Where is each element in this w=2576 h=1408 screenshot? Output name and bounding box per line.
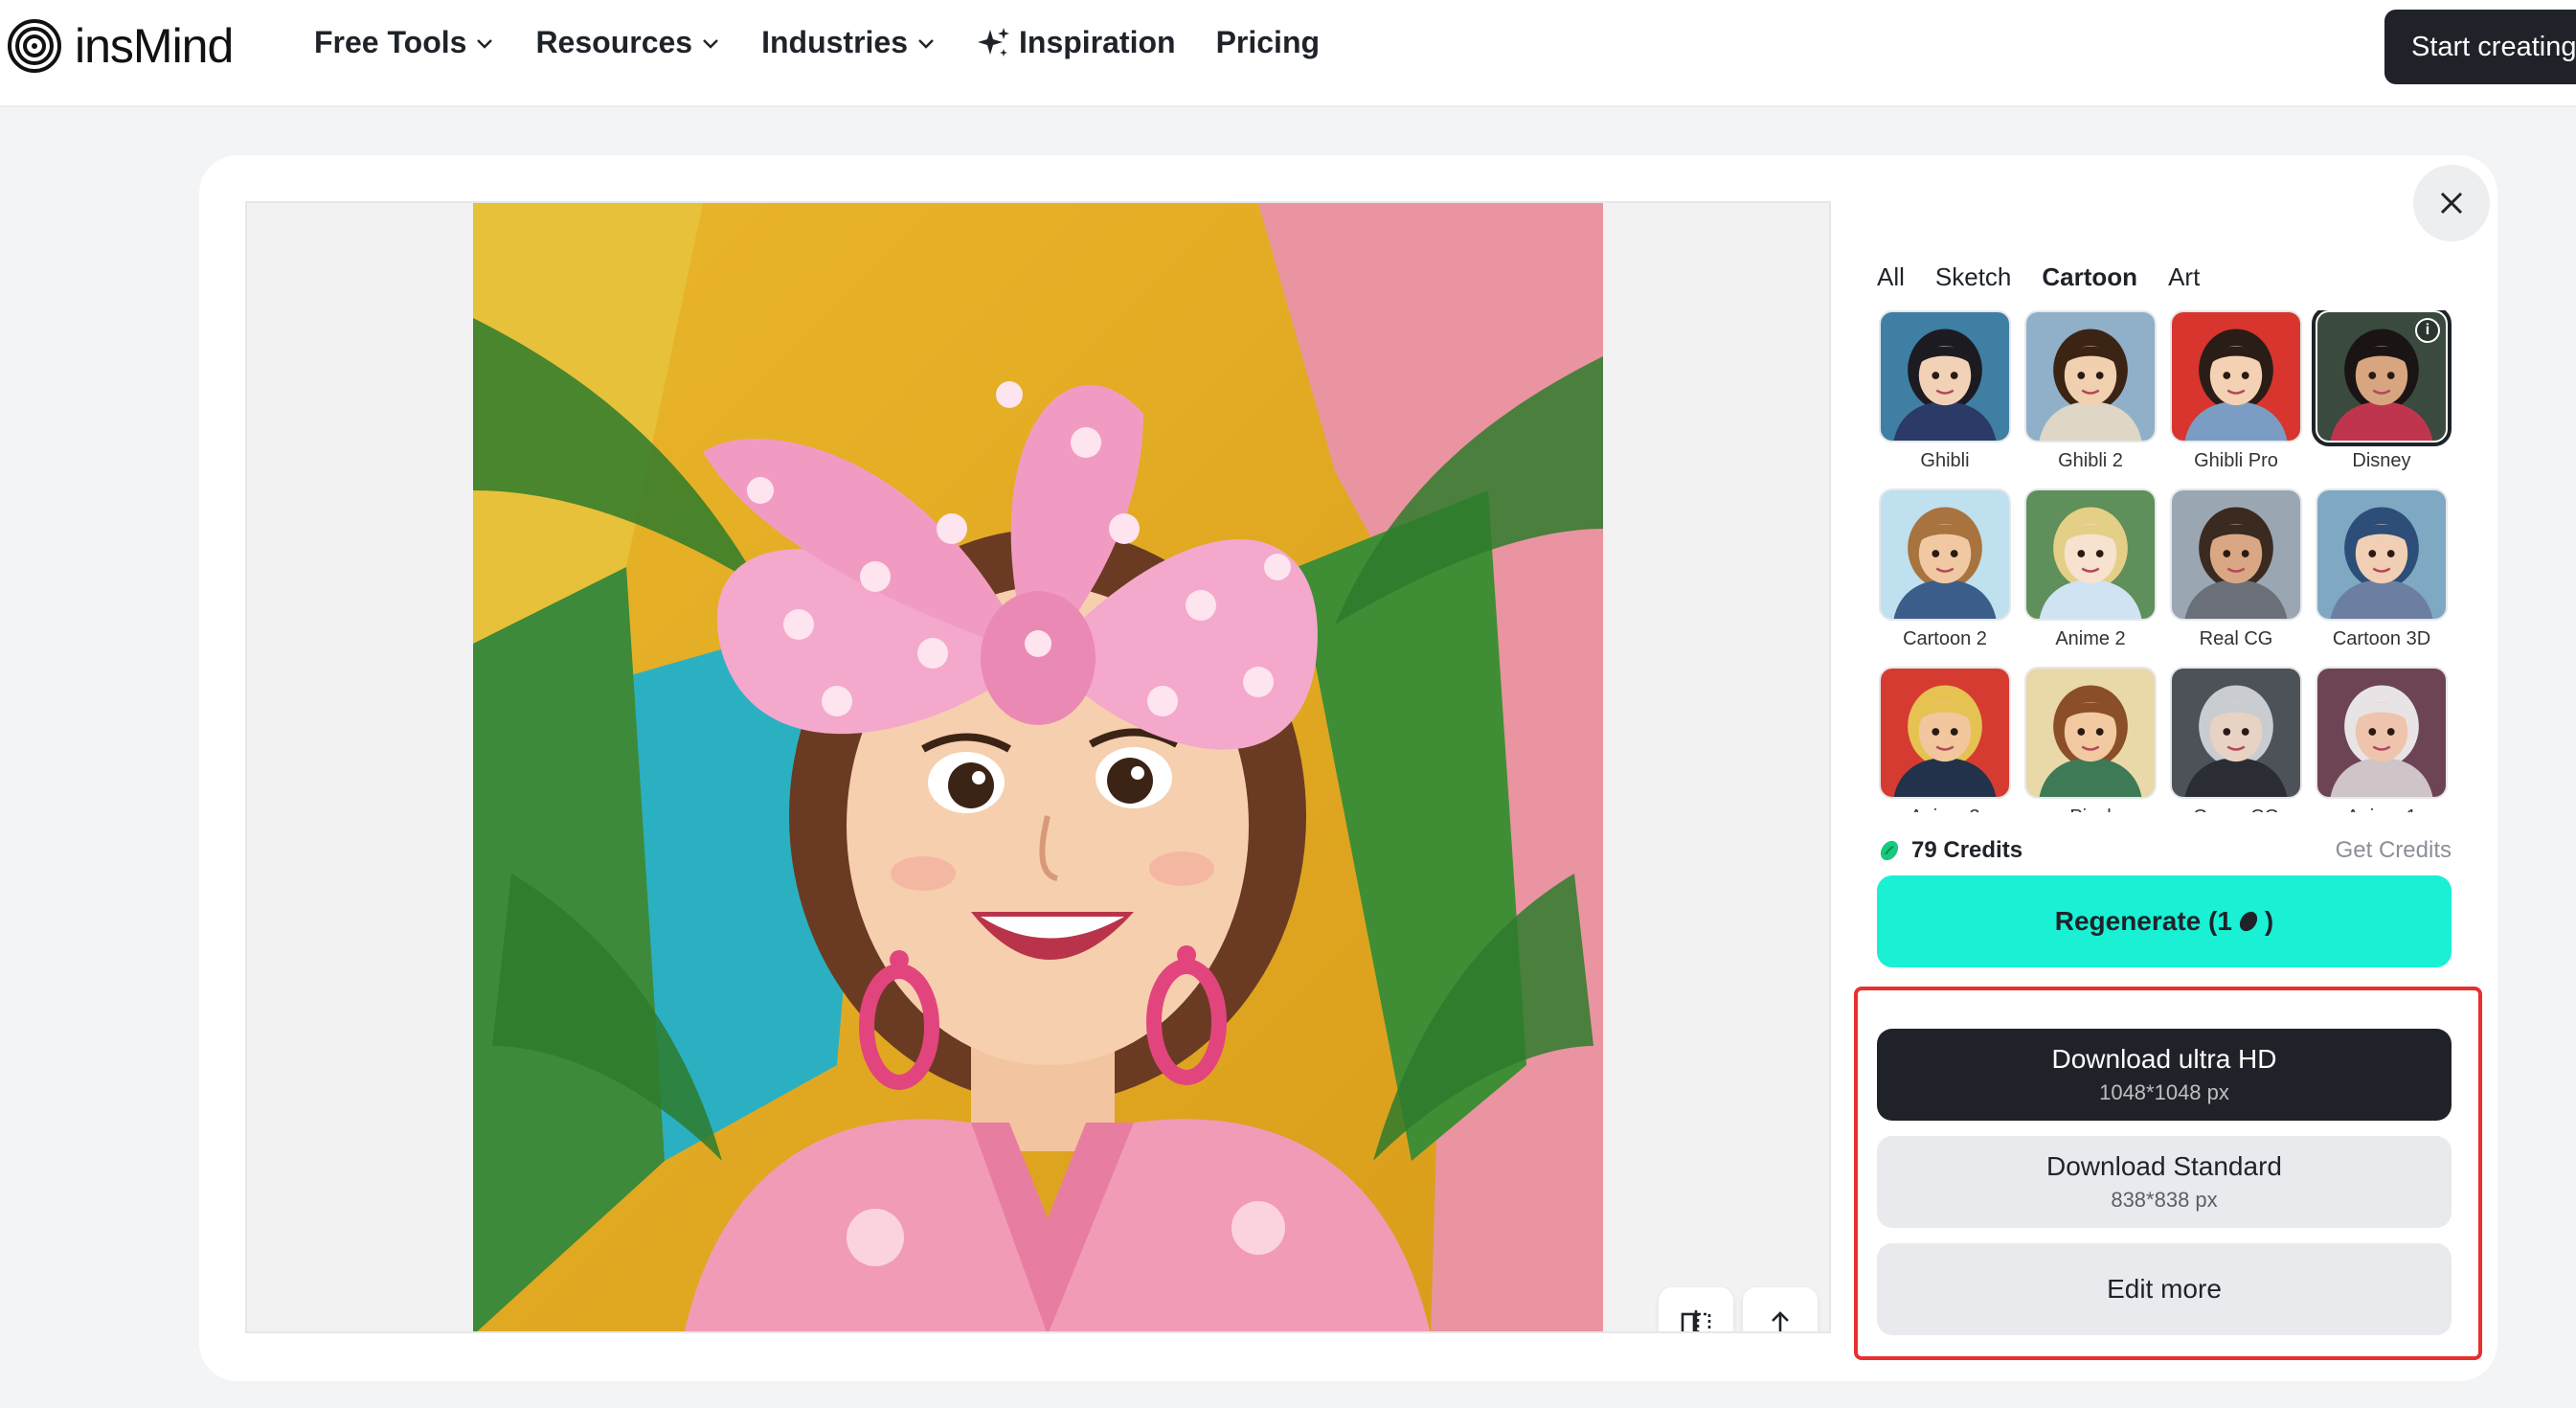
regenerate-button[interactable]: Regenerate (1 ) [1877,875,2452,967]
generated-image [473,203,1603,1331]
style-option[interactable]: Ghibli Pro [2170,310,2302,472]
credits-label: 79 Credits [1911,837,2023,863]
download-standard-title: Download Standard [2046,1151,2282,1181]
style-tabs: All Sketch Cartoon Art [1877,262,2200,292]
start-creating-button[interactable]: Start creating [2384,10,2576,84]
style-thumbnail [1879,310,2011,443]
logo[interactable]: insMind [8,17,234,75]
style-thumbnail [2170,667,2302,799]
regenerate-label: Regenerate (1 [2054,906,2232,936]
style-label: Anime 3 [1879,806,2011,812]
logo-text: insMind [75,19,234,73]
style-thumbnail [2316,488,2448,621]
credits-balance: 79 Credits [1877,837,2022,864]
style-option[interactable]: Anime 1 [2316,667,2448,812]
style-thumbnail [2316,667,2448,799]
style-option[interactable]: Ghibli 2 [2024,310,2157,472]
nav-industries[interactable]: Industries [761,25,937,60]
style-grid: Ghibli Ghibli 2 Ghibli Pro i Disney Cartoon 2… [1879,310,2453,812]
style-label: Ghibli 2 [2058,450,2123,471]
style-panel: All Sketch Cartoon Art Ghibli Ghibli 2 Ghi… [1854,155,2497,1381]
style-option[interactable]: Real CG [2170,488,2302,650]
style-thumbnail [2024,310,2157,443]
credits-row: 79 Credits Get Credits [1877,837,2452,864]
style-label: Pixel [2024,806,2157,812]
style-thumbnail [2170,310,2302,443]
nav-resources[interactable]: Resources [535,25,721,60]
style-thumbnail [2170,488,2302,621]
style-label: Anime 1 [2316,806,2448,812]
nav-label: Resources [535,25,693,59]
style-option[interactable]: Pixel [2024,667,2157,812]
style-option[interactable]: Anime 3 [1879,667,2011,812]
style-label: Real CG [2199,628,2273,649]
get-credits-link[interactable]: Get Credits [2336,837,2452,864]
download-ultra-hd-size: 1048*1048 px [2099,1080,2229,1104]
share-upload-button[interactable] [1743,1287,1818,1331]
download-ultra-hd-title: Download ultra HD [2051,1044,2277,1074]
style-label: Cartoon 2 [1903,628,1987,649]
regenerate-suffix: ) [2264,906,2274,936]
style-option[interactable]: Game CG [2170,667,2302,812]
result-modal: All Sketch Cartoon Art Ghibli Ghibli 2 Ghi… [199,155,2497,1381]
tab-all[interactable]: All [1877,262,1905,292]
image-preview-area [245,201,1831,1333]
style-thumbnail [2024,488,2157,621]
top-navigation-bar: insMind Free Tools Resources Industries … [0,0,2576,107]
chevron-down-icon [477,38,493,49]
style-option[interactable]: Cartoon 2 [1879,488,2011,650]
style-thumbnail [2024,667,2157,799]
tab-cartoon[interactable]: Cartoon [2042,262,2137,292]
sparkle-icon [978,27,1009,57]
main-nav: Free Tools Resources Industries Inspirat… [314,25,1320,60]
compare-icon [1681,1310,1711,1331]
style-option[interactable]: Cartoon 3D [2316,488,2448,650]
edit-more-label: Edit more [2107,1274,2222,1304]
tab-art[interactable]: Art [2168,262,2200,292]
logo-spiral-icon [8,19,61,73]
style-label: Anime 2 [2055,628,2126,649]
upload-icon [1772,1311,1789,1331]
edit-more-button[interactable]: Edit more [1877,1243,2452,1335]
nav-label: Pricing [1215,25,1321,59]
chevron-down-icon [703,38,718,49]
style-option[interactable]: Anime 2 [2024,488,2157,650]
style-label: Game CG [2170,806,2302,812]
style-thumbnail: i [2312,310,2452,446]
nav-label: Industries [761,25,908,59]
nav-label: Inspiration [1019,25,1176,59]
style-label: Disney [2352,450,2411,471]
style-option[interactable]: Ghibli [1879,310,2011,472]
tab-sketch[interactable]: Sketch [1935,262,2012,292]
nav-pricing[interactable]: Pricing [1216,25,1320,60]
style-option[interactable]: i Disney [2312,310,2452,472]
credit-bean-icon [2239,911,2258,932]
nav-free-tools[interactable]: Free Tools [314,25,495,60]
style-label: Ghibli Pro [2194,450,2278,471]
credit-bean-icon [1880,840,1899,861]
download-standard-size: 838*838 px [2111,1188,2218,1212]
chevron-down-icon [918,38,934,49]
nav-label: Free Tools [314,25,467,59]
style-thumbnail [1879,488,2011,621]
download-ultra-hd-button[interactable]: Download ultra HD 1048*1048 px [1877,1029,2452,1121]
style-label: Ghibli [1920,450,1970,471]
style-label: Cartoon 3D [2332,628,2431,649]
nav-inspiration[interactable]: Inspiration [977,25,1176,60]
compare-button[interactable] [1659,1287,1733,1331]
style-thumbnail [1879,667,2011,799]
download-standard-button[interactable]: Download Standard 838*838 px [1877,1136,2452,1228]
info-icon[interactable]: i [2415,318,2440,343]
